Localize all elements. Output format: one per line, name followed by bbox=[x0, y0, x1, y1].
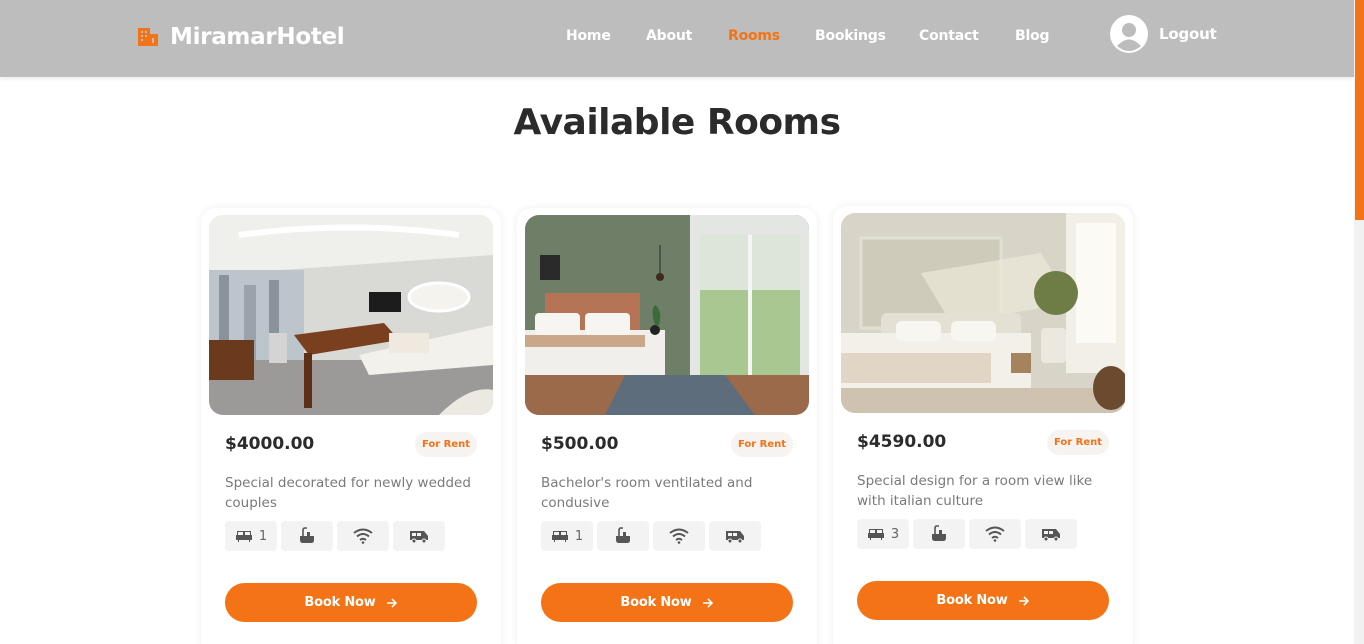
bed-count: 1 bbox=[574, 528, 584, 544]
shuttle-bus-icon bbox=[410, 531, 428, 543]
amenity-beds: 3 bbox=[857, 519, 909, 549]
amenity-shuttle bbox=[1025, 519, 1077, 549]
wifi-icon bbox=[669, 528, 689, 544]
bed-icon bbox=[551, 531, 568, 542]
amenity-wifi bbox=[653, 521, 705, 551]
logout-label: Logout bbox=[1159, 25, 1217, 43]
shuttle-bus-icon bbox=[1042, 529, 1060, 541]
room-price: $4000.00 bbox=[225, 434, 315, 454]
book-now-button[interactable]: Book Now bbox=[541, 583, 793, 622]
room-card: $4000.00 For Rent Special decorated for … bbox=[201, 208, 501, 644]
amenity-bathtub bbox=[913, 519, 965, 549]
bathtub-icon bbox=[616, 527, 630, 543]
wifi-icon bbox=[985, 526, 1005, 542]
room-description: Special decorated for newly wedded coupl… bbox=[225, 475, 471, 511]
room-description: Special design for a room view like with… bbox=[857, 473, 1093, 509]
nav-bookings[interactable]: Bookings bbox=[815, 28, 886, 44]
amenities-list: 1 bbox=[225, 521, 449, 551]
room-price: $500.00 bbox=[541, 434, 619, 454]
room-image bbox=[841, 213, 1125, 413]
room-card: $500.00 For Rent Bachelor's room ventila… bbox=[517, 208, 817, 644]
nav-home[interactable]: Home bbox=[566, 28, 611, 44]
book-now-button[interactable]: Book Now bbox=[857, 581, 1109, 620]
amenity-shuttle bbox=[393, 521, 445, 551]
amenities-list: 1 bbox=[541, 521, 765, 551]
room-card: $4590.00 For Rent Special design for a r… bbox=[833, 206, 1133, 644]
room-image bbox=[525, 215, 809, 415]
bed-icon bbox=[867, 529, 884, 540]
amenity-shuttle bbox=[709, 521, 761, 551]
room-description: Bachelor's room ventilated and condusive bbox=[541, 475, 753, 511]
amenity-bathtub bbox=[597, 521, 649, 551]
room-image bbox=[209, 215, 493, 415]
amenity-beds: 1 bbox=[541, 521, 593, 551]
bed-count: 3 bbox=[890, 526, 900, 542]
page-scrollbar[interactable] bbox=[1354, 0, 1364, 644]
page-title: Available Rooms bbox=[513, 102, 842, 143]
wifi-icon bbox=[353, 528, 373, 544]
amenity-bathtub bbox=[281, 521, 333, 551]
nav-blog[interactable]: Blog bbox=[1015, 28, 1050, 44]
nav-contact[interactable]: Contact bbox=[919, 28, 979, 44]
user-avatar-icon bbox=[1110, 15, 1148, 53]
scrollbar-thumb[interactable] bbox=[1355, 0, 1364, 220]
bed-icon bbox=[235, 531, 252, 542]
arrow-right-icon bbox=[386, 597, 397, 608]
status-badge: For Rent bbox=[731, 432, 793, 457]
status-badge: For Rent bbox=[1047, 430, 1109, 455]
nav-about[interactable]: About bbox=[646, 28, 692, 44]
logout-button[interactable]: Logout bbox=[1110, 15, 1217, 53]
amenity-wifi bbox=[337, 521, 389, 551]
book-now-label: Book Now bbox=[304, 595, 376, 610]
amenity-beds: 1 bbox=[225, 521, 277, 551]
status-badge: For Rent bbox=[415, 432, 477, 457]
site-header: MiramarHotel Home About Rooms Bookings C… bbox=[0, 0, 1354, 77]
book-now-label: Book Now bbox=[936, 593, 1008, 608]
arrow-right-icon bbox=[702, 597, 713, 608]
bathtub-icon bbox=[932, 525, 946, 541]
room-price: $4590.00 bbox=[857, 432, 947, 452]
bathtub-icon bbox=[300, 527, 314, 543]
nav-rooms[interactable]: Rooms bbox=[728, 28, 780, 44]
amenity-wifi bbox=[969, 519, 1021, 549]
shuttle-bus-icon bbox=[726, 531, 744, 543]
amenities-list: 3 bbox=[857, 519, 1081, 549]
book-now-button[interactable]: Book Now bbox=[225, 583, 477, 622]
bed-count: 1 bbox=[258, 528, 268, 544]
book-now-label: Book Now bbox=[620, 595, 692, 610]
arrow-right-icon bbox=[1018, 595, 1029, 606]
